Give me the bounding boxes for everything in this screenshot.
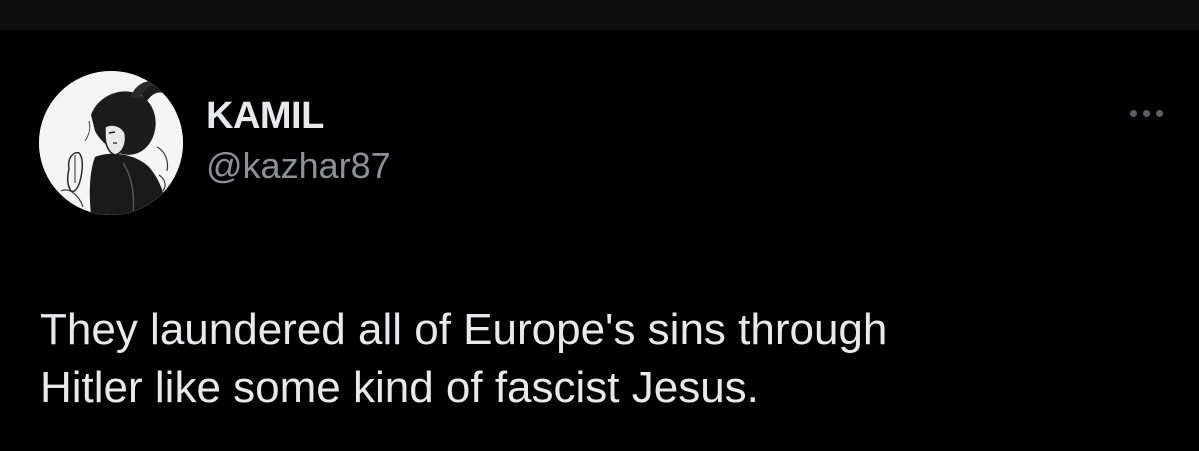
author-display-name[interactable]: KAMIL bbox=[206, 94, 391, 138]
avatar[interactable] bbox=[39, 71, 183, 215]
author-handle[interactable]: @kazhar87 bbox=[206, 144, 391, 188]
tweet-text: They laundered all of Europe's sins thro… bbox=[40, 301, 1160, 417]
more-options-icon bbox=[1129, 109, 1137, 117]
tweet-card: KAMIL @kazhar87 They laundered all of Eu… bbox=[0, 30, 1199, 451]
more-options-button[interactable] bbox=[1118, 96, 1174, 130]
manga-character-avatar-icon bbox=[39, 71, 183, 215]
top-bar bbox=[0, 0, 1199, 30]
author-info: KAMIL @kazhar87 bbox=[206, 94, 391, 188]
tweet-text-line: Hitler like some kind of fascist Jesus. bbox=[40, 363, 759, 412]
tweet-text-line: They laundered all of Europe's sins thro… bbox=[40, 305, 888, 354]
